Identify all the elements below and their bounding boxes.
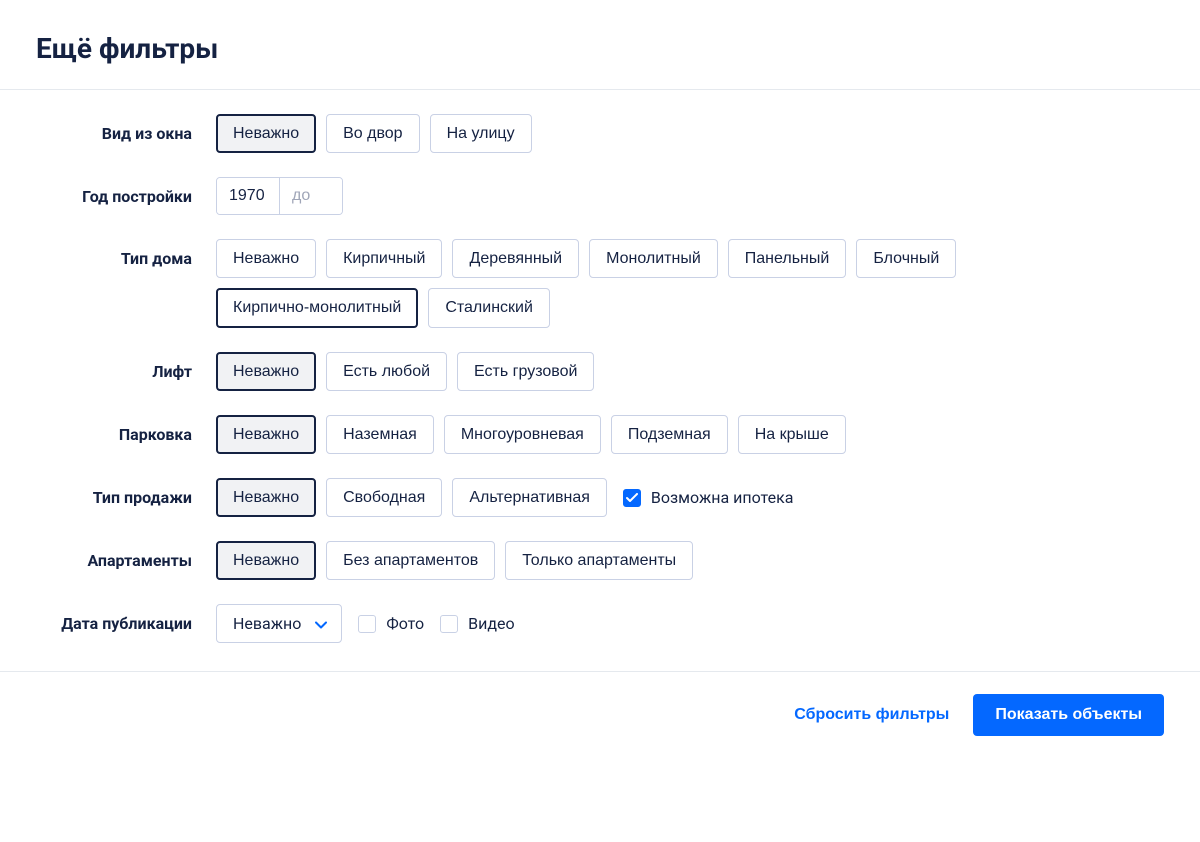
chip-apart-0[interactable]: Неважно (216, 541, 316, 580)
chip-house-0[interactable]: Неважно (216, 239, 316, 278)
chip-view-1[interactable]: Во двор (326, 114, 419, 153)
controls-lift: Неважно Есть любой Есть грузовой (216, 352, 1200, 391)
modal-title: Ещё фильтры (36, 32, 1164, 65)
chip-house-7[interactable]: Сталинский (428, 288, 550, 327)
row-parking: Парковка Неважно Наземная Многоуровневая… (0, 415, 1200, 454)
row-year: Год постройки (0, 177, 1200, 215)
controls-pub-date: Неважно Фото Видео (216, 604, 1200, 643)
chip-apart-1[interactable]: Без апартаментов (326, 541, 495, 580)
chip-house-3[interactable]: Монолитный (589, 239, 718, 278)
label-house-type: Тип дома (0, 239, 216, 268)
mortgage-text: Возможна ипотека (651, 488, 794, 507)
label-lift: Лифт (0, 352, 216, 381)
modal-footer: Сбросить фильтры Показать объекты (0, 671, 1200, 758)
video-text: Видео (468, 614, 514, 633)
controls-sale-type: Неважно Свободная Альтернативная Возможн… (216, 478, 1200, 517)
chip-lift-0[interactable]: Неважно (216, 352, 316, 391)
modal-header: Ещё фильтры (0, 0, 1200, 90)
photo-checkbox-label[interactable]: Фото (358, 614, 424, 633)
chip-sale-2[interactable]: Альтернативная (452, 478, 607, 517)
controls-view: Неважно Во двор На улицу (216, 114, 1200, 153)
chip-lift-1[interactable]: Есть любой (326, 352, 447, 391)
row-lift: Лифт Неважно Есть любой Есть грузовой (0, 352, 1200, 391)
controls-house-type: Неважно Кирпичный Деревянный Монолитный … (216, 239, 1200, 327)
chip-view-0[interactable]: Неважно (216, 114, 316, 153)
row-sale-type: Тип продажи Неважно Свободная Альтернати… (0, 478, 1200, 517)
row-pub-date: Дата публикации Неважно Фото Видео (0, 604, 1200, 643)
controls-parking: Неважно Наземная Многоуровневая Подземна… (216, 415, 1200, 454)
chip-house-2[interactable]: Деревянный (452, 239, 579, 278)
chevron-down-icon (315, 614, 327, 633)
submit-button[interactable]: Показать объекты (973, 694, 1164, 736)
video-checkbox-label[interactable]: Видео (440, 614, 514, 633)
video-checkbox[interactable] (440, 615, 458, 633)
chip-house-1[interactable]: Кирпичный (326, 239, 442, 278)
filters-body: Вид из окна Неважно Во двор На улицу Год… (0, 90, 1200, 671)
photo-checkbox[interactable] (358, 615, 376, 633)
label-year: Год постройки (0, 177, 216, 206)
chip-sale-0[interactable]: Неважно (216, 478, 316, 517)
row-apartments: Апартаменты Неважно Без апартаментов Тол… (0, 541, 1200, 580)
label-pub-date: Дата публикации (0, 604, 216, 633)
photo-text: Фото (386, 614, 424, 633)
row-house-type: Тип дома Неважно Кирпичный Деревянный Мо… (0, 239, 1200, 327)
year-to-input[interactable] (280, 178, 342, 214)
check-icon (626, 493, 638, 503)
row-view: Вид из окна Неважно Во двор На улицу (0, 114, 1200, 153)
chip-house-5[interactable]: Блочный (856, 239, 956, 278)
year-group (216, 177, 343, 215)
chip-apart-2[interactable]: Только апартаменты (505, 541, 693, 580)
chip-lift-2[interactable]: Есть грузовой (457, 352, 594, 391)
chip-house-6[interactable]: Кирпично-монолитный (216, 288, 418, 327)
year-from-input[interactable] (217, 178, 279, 214)
label-sale-type: Тип продажи (0, 478, 216, 507)
chip-parking-0[interactable]: Неважно (216, 415, 316, 454)
chip-parking-4[interactable]: На крыше (738, 415, 846, 454)
label-view: Вид из окна (0, 114, 216, 143)
chip-house-4[interactable]: Панельный (728, 239, 847, 278)
chip-sale-1[interactable]: Свободная (326, 478, 442, 517)
chip-parking-2[interactable]: Многоуровневая (444, 415, 601, 454)
reset-button[interactable]: Сбросить фильтры (794, 706, 949, 724)
pub-date-select-value: Неважно (233, 614, 301, 633)
mortgage-checkbox[interactable] (623, 489, 641, 507)
controls-apartments: Неважно Без апартаментов Только апартаме… (216, 541, 1200, 580)
chip-view-2[interactable]: На улицу (430, 114, 532, 153)
pub-date-select[interactable]: Неважно (216, 604, 342, 643)
mortgage-checkbox-label[interactable]: Возможна ипотека (623, 488, 794, 507)
label-apartments: Апартаменты (0, 541, 216, 570)
label-parking: Парковка (0, 415, 216, 444)
chip-parking-1[interactable]: Наземная (326, 415, 434, 454)
controls-year (216, 177, 1200, 215)
chip-parking-3[interactable]: Подземная (611, 415, 728, 454)
